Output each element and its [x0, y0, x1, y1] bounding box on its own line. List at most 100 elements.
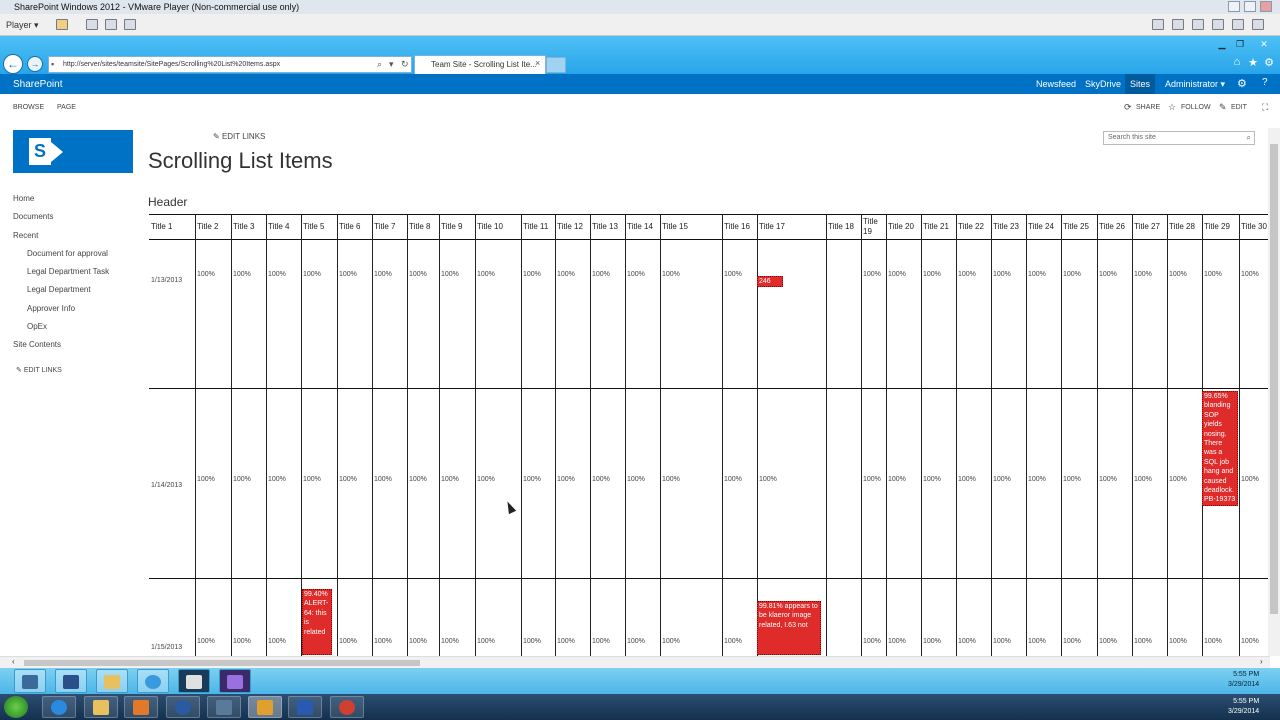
- sharepoint-tools-button[interactable]: [178, 669, 210, 693]
- nav-home[interactable]: Home: [13, 194, 34, 203]
- column-header-title-26[interactable]: Title 26: [1098, 214, 1131, 240]
- server-manager-button[interactable]: [14, 669, 46, 693]
- search-icon[interactable]: ⌕: [377, 57, 382, 72]
- visual-studio-button[interactable]: [219, 669, 251, 693]
- scroll-left-icon[interactable]: ‹: [12, 657, 15, 666]
- column-header-title-12[interactable]: Title 12: [556, 214, 589, 240]
- column-header-title-18[interactable]: Title 18: [827, 214, 860, 240]
- host-media-button[interactable]: [124, 696, 158, 718]
- column-header-title-19[interactable]: Title 19: [862, 214, 885, 240]
- column-header-title-8[interactable]: Title 8: [408, 214, 438, 240]
- column-header-title-3[interactable]: Title 3: [232, 214, 265, 240]
- column-header-title-25[interactable]: Title 25: [1062, 214, 1096, 240]
- sites-link[interactable]: Sites: [1130, 79, 1150, 89]
- browser-restore-icon[interactable]: ❐: [1232, 38, 1248, 50]
- pause-icon[interactable]: [56, 19, 68, 30]
- minimize-button[interactable]: [1228, 1, 1240, 12]
- device-cdrom-icon[interactable]: [1232, 19, 1244, 30]
- host-chrome-button[interactable]: [330, 696, 364, 718]
- start-orb-icon[interactable]: [4, 696, 28, 718]
- nav-opex[interactable]: OpEx: [27, 322, 47, 331]
- nav-recent[interactable]: Recent: [13, 231, 38, 240]
- device-disk-icon[interactable]: [1252, 19, 1264, 30]
- host-ie-button[interactable]: [42, 696, 76, 718]
- column-header-title-16[interactable]: Title 16: [723, 214, 756, 240]
- nav-approver-info[interactable]: Approver Info: [27, 304, 75, 313]
- search-icon[interactable]: ⌕: [1247, 132, 1251, 144]
- horizontal-scroll-thumb[interactable]: [24, 660, 420, 666]
- column-header-title-9[interactable]: Title 9: [440, 214, 474, 240]
- horizontal-scrollbar[interactable]: ‹ ›: [0, 656, 1270, 668]
- explorer-button[interactable]: [96, 669, 128, 693]
- column-header-title-23[interactable]: Title 23: [992, 214, 1025, 240]
- powershell-button[interactable]: [55, 669, 87, 693]
- column-header-title-1[interactable]: Title 1: [150, 214, 194, 240]
- user-menu[interactable]: Administrator ▾: [1165, 79, 1225, 90]
- nav-legal-department[interactable]: Legal Department: [27, 285, 91, 294]
- refresh-icon[interactable]: ↻: [401, 57, 409, 72]
- address-bar[interactable]: ▪ http://server/sites/teamsite/SitePages…: [48, 56, 412, 73]
- tab-browse[interactable]: BROWSE: [13, 104, 44, 111]
- edit-links-top[interactable]: ✎ EDIT LINKS: [213, 132, 265, 141]
- search-box[interactable]: Search this site ⌕: [1103, 131, 1255, 145]
- unity-icon[interactable]: [124, 19, 136, 30]
- tools-gear-icon[interactable]: ⚙: [1262, 56, 1276, 70]
- help-icon[interactable]: ?: [1262, 77, 1268, 88]
- quick-launch-edit-links[interactable]: ✎ EDIT LINKS: [16, 366, 62, 374]
- column-header-title-4[interactable]: Title 4: [267, 214, 300, 240]
- send-ctrl-alt-del-icon[interactable]: [86, 19, 98, 30]
- close-button[interactable]: [1260, 1, 1272, 12]
- vertical-scroll-thumb[interactable]: [1270, 144, 1278, 614]
- device-sound-icon[interactable]: [1192, 19, 1204, 30]
- column-header-title-7[interactable]: Title 7: [373, 214, 406, 240]
- scroll-right-icon[interactable]: ›: [1260, 657, 1263, 666]
- column-header-title-5[interactable]: Title 5: [302, 214, 336, 240]
- column-header-title-10[interactable]: Title 10: [476, 214, 520, 240]
- column-header-title-14[interactable]: Title 14: [626, 214, 659, 240]
- newsfeed-link[interactable]: Newsfeed: [1036, 79, 1076, 89]
- host-checkmark-button[interactable]: [207, 696, 241, 718]
- column-header-title-24[interactable]: Title 24: [1027, 214, 1060, 240]
- sharepoint-brand[interactable]: SharePoint: [13, 79, 62, 90]
- player-menu[interactable]: Player ▾: [6, 18, 39, 32]
- column-header-title-6[interactable]: Title 6: [338, 214, 371, 240]
- dropdown-icon[interactable]: ▾: [389, 57, 394, 72]
- host-hp-button[interactable]: [166, 696, 200, 718]
- nav-documents[interactable]: Documents: [13, 212, 53, 221]
- focus-on-content-icon[interactable]: ⛶: [1262, 102, 1268, 113]
- edit-button[interactable]: EDIT: [1231, 104, 1247, 111]
- column-header-title-20[interactable]: Title 20: [887, 214, 920, 240]
- host-word-button[interactable]: [288, 696, 322, 718]
- device-printer-icon[interactable]: [1212, 19, 1224, 30]
- nav-document-for-approval[interactable]: Document for approval: [27, 249, 108, 258]
- browser-close-icon[interactable]: ✕: [1256, 38, 1272, 50]
- column-header-title-13[interactable]: Title 13: [591, 214, 624, 240]
- column-header-title-28[interactable]: Title 28: [1168, 214, 1201, 240]
- home-icon[interactable]: ⌂: [1230, 56, 1244, 70]
- share-button[interactable]: SHARE: [1136, 104, 1160, 111]
- column-header-title-30[interactable]: Title 30: [1240, 214, 1268, 240]
- tab-team-site[interactable]: Team Site - Scrolling List Ite...: [414, 55, 546, 74]
- internet-explorer-button[interactable]: [137, 669, 169, 693]
- nav-site-contents[interactable]: Site Contents: [13, 340, 61, 349]
- new-tab-button[interactable]: [546, 57, 566, 73]
- column-header-title-17[interactable]: Title 17: [758, 214, 825, 240]
- column-header-title-29[interactable]: Title 29: [1203, 214, 1238, 240]
- column-header-title-2[interactable]: Title 2: [196, 214, 230, 240]
- host-explorer-button[interactable]: [84, 696, 118, 718]
- follow-button[interactable]: FOLLOW: [1181, 104, 1211, 111]
- host-vmware-button[interactable]: [248, 696, 282, 718]
- skydrive-link[interactable]: SkyDrive: [1085, 79, 1121, 89]
- device-usb-icon[interactable]: [1172, 19, 1184, 30]
- column-header-title-11[interactable]: Title 11: [522, 214, 554, 240]
- browser-minimize-icon[interactable]: ▁: [1214, 38, 1230, 50]
- forward-button[interactable]: →: [27, 56, 43, 72]
- back-button[interactable]: ←: [3, 54, 23, 74]
- tab-page[interactable]: PAGE: [57, 104, 76, 111]
- column-header-title-15[interactable]: Title 15: [661, 214, 721, 240]
- tab-close-icon[interactable]: ×: [535, 58, 540, 68]
- nav-legal-department-task[interactable]: Legal Department Task: [27, 267, 109, 276]
- device-network-icon[interactable]: [1152, 19, 1164, 30]
- column-header-title-22[interactable]: Title 22: [957, 214, 990, 240]
- vertical-scrollbar[interactable]: [1268, 128, 1280, 656]
